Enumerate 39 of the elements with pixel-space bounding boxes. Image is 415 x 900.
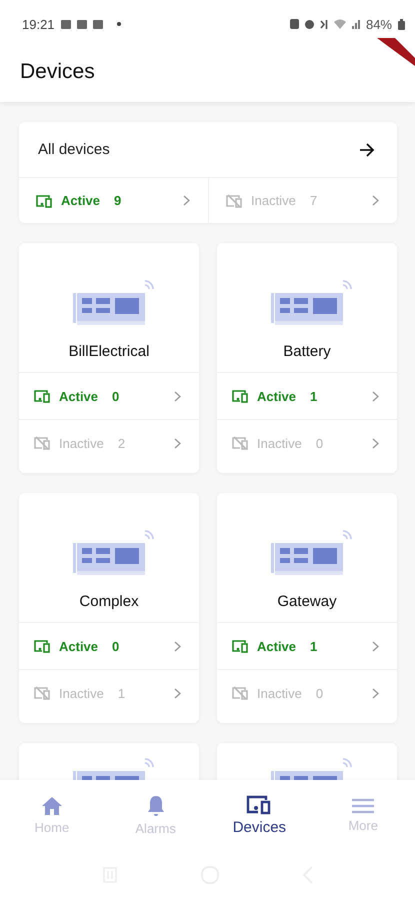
device-type-card[interactable]: BillElectrical Active 0 Inactive 2 [19, 243, 199, 473]
inactive-count: 0 [316, 686, 324, 700]
active-count: 1 [310, 388, 318, 404]
device-type-card[interactable]: Gateway Active 1 Inactive 0 [217, 493, 397, 723]
page-title: Devices [20, 60, 95, 84]
status-time: 19:21 [22, 16, 55, 32]
device-type-name: Battery [282, 343, 332, 360]
inactive-label: Inactive [257, 686, 302, 700]
all-devices-label: All devices [38, 141, 110, 158]
device-type-name: Gateway [276, 593, 338, 610]
inactive-label: Inactive [59, 436, 104, 450]
inactive-label: Inactive [59, 686, 104, 700]
active-count: 1 [310, 638, 318, 654]
all-devices-row[interactable]: All devices [19, 122, 397, 178]
active-label: Active [257, 388, 296, 404]
active-count: 0 [112, 638, 120, 654]
active-count: 0 [112, 388, 120, 404]
inactive-label: Inactive [257, 436, 302, 450]
active-label: Active [59, 638, 98, 654]
active-devices-row[interactable]: Active 9 [19, 178, 208, 223]
device-type-card[interactable]: Battery Active 1 Inactive 0 [217, 243, 397, 473]
active-label: Active [59, 388, 98, 404]
active-devices-row[interactable]: Active 1 [217, 622, 397, 669]
nav-tab[interactable]: Devices [208, 780, 312, 850]
device-type-name: Complex [78, 593, 140, 610]
active-devices-row[interactable]: Active 0 [19, 372, 199, 419]
inactive-count: 7 [310, 193, 318, 208]
active-label: Active [61, 193, 100, 208]
active-label: Active [257, 638, 296, 654]
active-devices-row[interactable]: Active 1 [217, 372, 397, 419]
inactive-label: Inactive [251, 193, 296, 208]
active-devices-row[interactable]: Active 0 [19, 622, 199, 669]
device-type-card[interactable]: Complex Active 0 Inactive 1 [19, 493, 199, 723]
inactive-count: 1 [118, 686, 126, 700]
active-count: 9 [114, 193, 122, 208]
inactive-count: 0 [316, 436, 324, 450]
inactive-count: 2 [118, 436, 126, 450]
device-type-name: BillElectrical [68, 343, 150, 360]
battery-percent: 84% [366, 16, 392, 32]
